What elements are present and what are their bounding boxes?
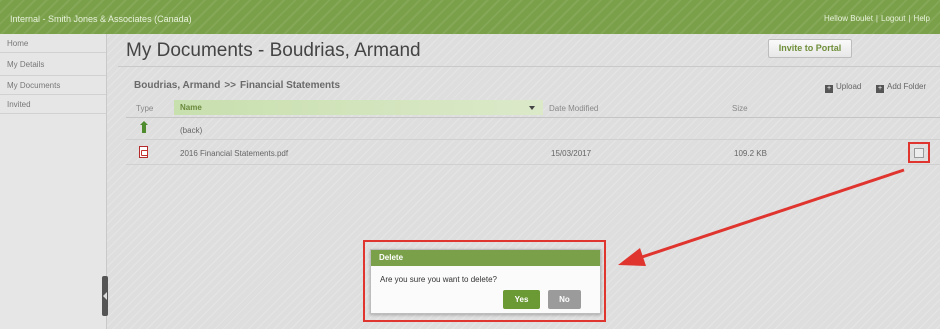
up-arrow-icon — [140, 121, 148, 133]
file-date-modified: 15/03/2017 — [551, 149, 592, 158]
no-button[interactable]: No — [548, 290, 581, 309]
file-name[interactable]: (back) — [180, 126, 202, 135]
table-header: Type Name Date Modified Size — [126, 98, 940, 118]
pdf-icon — [139, 146, 148, 158]
divider — [118, 66, 940, 67]
row-select-checkbox[interactable] — [914, 148, 924, 158]
sort-down-icon — [529, 106, 535, 110]
sidebar-item-home[interactable]: Home — [0, 34, 106, 53]
breadcrumb-owner[interactable]: Boudrias, Armand — [134, 80, 220, 91]
file-size: 109.2 KB — [734, 149, 767, 158]
top-links: Hellow Boulet | Logout | Help — [824, 14, 930, 23]
breadcrumb: Boudrias, Armand >> Financial Statements — [134, 80, 340, 91]
upload-label: Upload — [836, 82, 862, 91]
separator: | — [875, 14, 878, 23]
add-folder-label: Add Folder — [887, 82, 927, 91]
dialog-message: Are you sure you want to delete? — [380, 275, 497, 284]
plus-icon: + — [876, 85, 884, 93]
breadcrumb-folder: Financial Statements — [240, 80, 341, 91]
user-name-link[interactable]: Hellow Boulet — [824, 14, 873, 23]
sidebar-item-my-details[interactable]: My Details — [0, 53, 106, 76]
help-link[interactable]: Help — [914, 14, 930, 23]
sidebar: Home My Details My Documents Invited — [0, 34, 107, 329]
size-column-header[interactable]: Size — [732, 104, 748, 113]
logout-link[interactable]: Logout — [881, 14, 905, 23]
app-brand: Internal - Smith Jones & Associates (Can… — [10, 14, 192, 24]
upload-button[interactable]: + Upload — [825, 82, 861, 93]
add-folder-button[interactable]: + Add Folder — [876, 82, 926, 93]
separator: | — [908, 14, 911, 23]
yes-button[interactable]: Yes — [503, 290, 540, 309]
type-column-header[interactable]: Type — [136, 104, 153, 113]
page-title: My Documents - Boudrias, Armand — [126, 40, 421, 61]
dialog-title: Delete — [371, 250, 600, 266]
delete-confirm-dialog: Delete Are you sure you want to delete? … — [370, 249, 601, 314]
annotation-arrow-icon — [618, 168, 905, 266]
file-name[interactable]: 2016 Financial Statements.pdf — [180, 149, 288, 158]
name-header-label: Name — [180, 103, 202, 112]
sidebar-item-my-documents[interactable]: My Documents — [0, 76, 106, 95]
name-column-header[interactable]: Name — [174, 100, 543, 115]
top-bar: Internal - Smith Jones & Associates (Can… — [0, 0, 940, 34]
table-row-back[interactable]: (back) — [126, 119, 940, 140]
sidebar-collapse-handle[interactable] — [102, 276, 108, 316]
plus-icon: + — [825, 85, 833, 93]
invite-to-portal-button[interactable]: Invite to Portal — [768, 39, 852, 58]
date-column-header[interactable]: Date Modified — [549, 104, 598, 113]
breadcrumb-separator: >> — [224, 80, 236, 91]
sidebar-item-invited[interactable]: Invited — [0, 95, 106, 114]
